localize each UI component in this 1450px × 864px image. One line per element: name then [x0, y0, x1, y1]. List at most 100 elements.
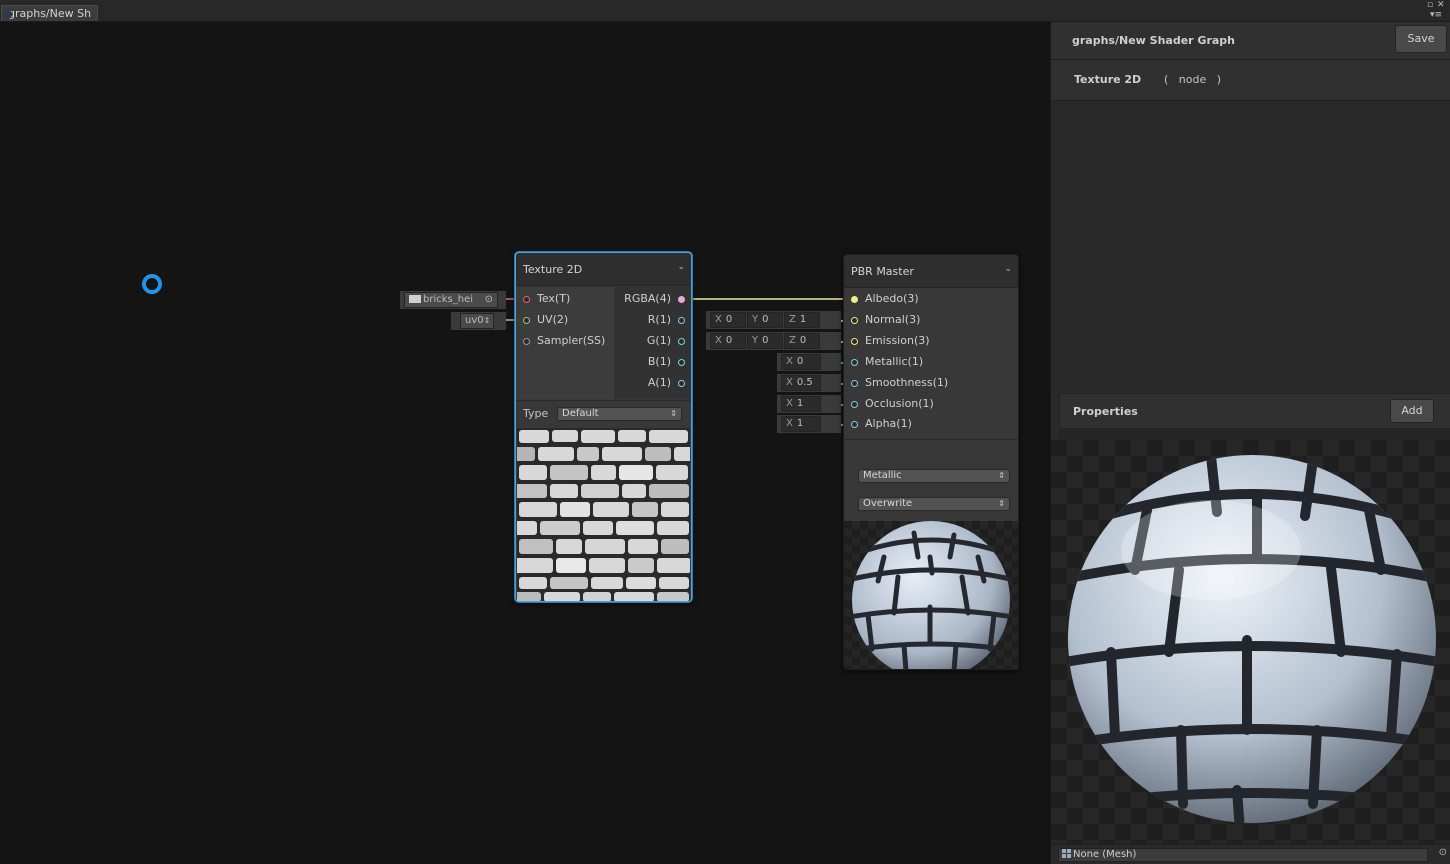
tab-menu-icon[interactable]: ▾≡	[1430, 11, 1442, 20]
emission-y-field[interactable]: Y0	[747, 333, 783, 349]
port-connector-icon[interactable]	[678, 359, 685, 366]
texture-type-value: Default	[562, 408, 599, 419]
texture-object-field[interactable]: bricks_hei ⊙	[404, 292, 498, 308]
port-r-output[interactable]: R(1)	[615, 313, 685, 329]
object-picker-icon[interactable]: ⊙	[1439, 847, 1447, 858]
window-tab-bar: graphs/New Sh ▫ ✕ ▾≡	[0, 0, 1450, 22]
port-connector-icon[interactable]	[678, 338, 685, 345]
port-a-output[interactable]: A(1)	[615, 376, 685, 392]
main-preview-viewport[interactable]	[1051, 440, 1450, 844]
normal-y-value: 0	[762, 314, 769, 325]
port-b-output[interactable]: B(1)	[615, 355, 685, 371]
save-button[interactable]: Save	[1395, 25, 1447, 53]
bracket-open: (	[1164, 73, 1169, 86]
texture-thumb-icon	[409, 295, 421, 303]
properties-header: Properties Add	[1059, 393, 1450, 429]
normal-x-value: 0	[725, 314, 733, 325]
inspector-title-row: graphs/New Shader Graph Save	[1051, 22, 1450, 60]
port-label: Smoothness(1)	[865, 376, 949, 389]
dropdown-arrow-icon: ⇕	[670, 409, 677, 418]
bracket-close: )	[1216, 73, 1222, 86]
y-axis-label: Y	[752, 314, 759, 325]
maximize-icon[interactable]: ▫	[1427, 1, 1433, 10]
selected-node-name: Texture 2D	[1074, 73, 1142, 86]
workflow-dropdown[interactable]: Metallic ⇕	[858, 469, 1010, 483]
node-header[interactable]: Texture 2D ⌄	[516, 253, 691, 286]
brick-texture-graphic	[517, 428, 690, 601]
normal-x-field[interactable]: X0	[710, 312, 746, 328]
dropdown-arrow-icon: ⇕	[998, 471, 1005, 480]
cursor-ring-icon	[142, 274, 162, 294]
normal-z-value: 1	[799, 314, 807, 325]
port-label: R(1)	[647, 313, 671, 326]
uv-channel-dropdown[interactable]: uv0⇕	[460, 313, 494, 329]
pbr-master-node[interactable]: PBR Master ⌄ Albedo(3) Normal(3) Emissio…	[843, 254, 1019, 670]
metallic-value-field[interactable]: X0	[781, 354, 821, 370]
node-title: PBR Master	[851, 265, 914, 278]
node-sphere-preview	[844, 521, 1018, 669]
port-connector-icon[interactable]	[851, 317, 858, 324]
port-connector-icon[interactable]	[678, 296, 685, 303]
port-connector-icon[interactable]	[678, 317, 685, 324]
metallic-value: 0	[796, 356, 804, 367]
window-tab-label: graphs/New Sh	[8, 7, 92, 20]
port-connector-icon[interactable]	[851, 401, 858, 408]
emission-y-value: 0	[762, 335, 769, 346]
node-header[interactable]: PBR Master ⌄	[844, 255, 1018, 288]
x-axis-label: X	[786, 398, 793, 409]
selected-node-kind: ( node )	[1164, 73, 1221, 86]
object-picker-icon[interactable]: ⊙	[485, 294, 493, 305]
close-icon[interactable]: ✕	[1437, 1, 1445, 10]
normal-y-field[interactable]: Y0	[747, 312, 783, 328]
preview-mesh-bar: None (Mesh) ⊙	[1051, 844, 1450, 864]
node-title: Texture 2D	[523, 263, 583, 276]
emission-z-field[interactable]: Z0	[784, 333, 820, 349]
texture-preview-image	[517, 428, 690, 601]
texture-2d-node[interactable]: Texture 2D ⌄ Tex(T) UV(2) Sampler(SS) RG…	[515, 252, 692, 602]
preview-mesh-field[interactable]: None (Mesh)	[1058, 848, 1428, 862]
type-label: Type	[523, 407, 549, 420]
port-connector-icon[interactable]	[851, 359, 858, 366]
emission-x-field[interactable]: X0	[710, 333, 746, 349]
port-label: Metallic(1)	[865, 355, 924, 368]
port-label: Emission(3)	[865, 334, 930, 347]
window-tab[interactable]: graphs/New Sh	[1, 5, 98, 21]
selected-node-row: Texture 2D ( node )	[1051, 60, 1450, 101]
graph-title: graphs/New Shader Graph	[1072, 34, 1235, 47]
tab-status-icon	[3, 10, 12, 19]
port-label: Albedo(3)	[865, 292, 919, 305]
smoothness-value-field[interactable]: X 0.5	[781, 375, 821, 391]
port-connector-icon[interactable]	[523, 338, 530, 345]
port-connector-icon[interactable]	[523, 296, 530, 303]
add-property-button[interactable]: Add	[1390, 399, 1434, 423]
texture-type-dropdown[interactable]: Default ⇕	[557, 407, 682, 421]
port-label: UV(2)	[537, 313, 569, 326]
inspector-body	[1051, 102, 1450, 392]
occlusion-value: 1	[796, 398, 804, 409]
alpha-value-field[interactable]: X1	[781, 416, 821, 432]
normal-z-field[interactable]: Z1	[784, 312, 820, 328]
dropdown-arrow-icon: ⇕	[483, 316, 491, 325]
mesh-icon	[1062, 849, 1071, 858]
collapse-chevron-icon[interactable]: ⌄	[1004, 264, 1012, 274]
port-connector-icon[interactable]	[851, 296, 858, 303]
x-axis-label: X	[715, 314, 722, 325]
node-settings-row: Type Default ⇕	[516, 400, 691, 426]
port-g-output[interactable]: G(1)	[615, 334, 685, 350]
port-connector-icon[interactable]	[851, 380, 858, 387]
workflow-value: Metallic	[863, 470, 902, 481]
port-label: Alpha(1)	[865, 417, 912, 430]
collapse-chevron-icon[interactable]: ⌄	[677, 262, 685, 272]
occlusion-value-field[interactable]: X1	[781, 396, 821, 412]
blend-mode-dropdown[interactable]: Overwrite ⇕	[858, 497, 1010, 511]
port-connector-icon[interactable]	[678, 380, 685, 387]
sphere-preview-graphic	[852, 521, 1010, 669]
graph-canvas[interactable]: bricks_hei ⊙ uv0⇕ Texture 2D ⌄ Tex(T) UV…	[0, 22, 1050, 864]
dropdown-arrow-icon: ⇕	[998, 499, 1005, 508]
port-rgba-output[interactable]: RGBA(4)	[615, 292, 685, 308]
x-axis-label: X	[715, 335, 722, 346]
port-connector-icon[interactable]	[851, 338, 858, 345]
port-connector-icon[interactable]	[523, 317, 530, 324]
texture-field-value: bricks_hei	[423, 294, 474, 305]
port-connector-icon[interactable]	[851, 421, 858, 428]
